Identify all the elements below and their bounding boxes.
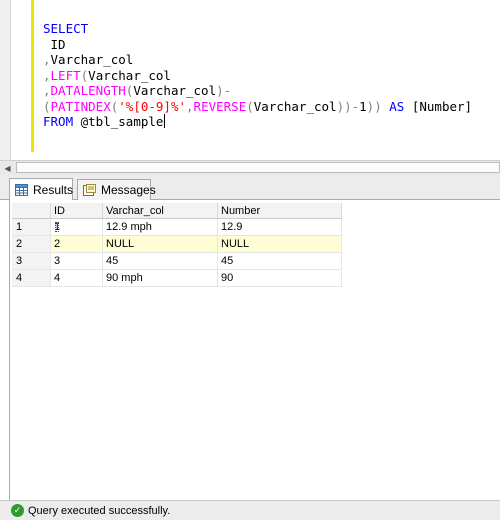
- table-cell[interactable]: 90 mph: [102, 269, 218, 287]
- scrollbar-thumb[interactable]: [16, 162, 500, 173]
- results-pane: Results Messages ID Varchar_col Number 1…: [0, 175, 500, 500]
- code-token: FROM: [43, 114, 74, 129]
- editor-horizontal-scrollbar[interactable]: ◀: [0, 160, 500, 175]
- row-number[interactable]: 1: [12, 218, 51, 236]
- code-token: (: [43, 98, 51, 114]
- code-token: (: [246, 98, 254, 114]
- code-token: LEFT: [50, 67, 81, 83]
- code-token: ,: [43, 83, 51, 98]
- code-token: ,: [43, 52, 51, 67]
- code-token: DATALENGTH: [50, 83, 126, 98]
- code-token: AS: [389, 98, 405, 114]
- sql-editor[interactable]: SELECT ID ,Varchar_col ,LEFT(Varchar_col…: [0, 0, 500, 160]
- code-line: SELECT: [43, 21, 88, 36]
- sql-code[interactable]: SELECT ID ,Varchar_col ,LEFT(Varchar_col…: [43, 21, 472, 130]
- grid-header-row: ID Varchar_col Number: [12, 203, 342, 219]
- row-number[interactable]: 2: [12, 235, 51, 253]
- column-header-varchar-col[interactable]: Varchar_col: [102, 203, 218, 219]
- grid-icon: [15, 183, 28, 196]
- code-line: (PATINDEX('%[0-9]%',REVERSE(Varchar_col)…: [43, 99, 472, 114]
- tab-messages[interactable]: Messages: [77, 179, 156, 200]
- code-token: )-: [216, 83, 232, 98]
- table-row[interactable]: 4 4 90 mph 90: [12, 269, 342, 287]
- table-cell[interactable]: 12.9 mph: [102, 218, 218, 236]
- code-token: [Number]: [404, 98, 473, 114]
- table-cell[interactable]: 3: [50, 252, 103, 270]
- code-token: @tbl_sample: [73, 114, 164, 129]
- editor-margin: [0, 0, 11, 160]
- column-header-id[interactable]: ID: [50, 203, 103, 219]
- code-token: Varchar_col: [88, 67, 171, 83]
- code-token: )): [366, 98, 382, 114]
- code-line: ID: [43, 37, 66, 52]
- tab-messages-label: Messages: [101, 183, 156, 197]
- code-token: Varchar_col: [50, 52, 134, 67]
- row-header-corner[interactable]: [12, 203, 51, 219]
- table-cell[interactable]: 4: [50, 269, 103, 287]
- code-token: ID: [43, 36, 66, 52]
- code-line: FROM @tbl_sample: [43, 114, 166, 129]
- table-cell[interactable]: 1: [50, 218, 103, 236]
- code-token: REVERSE: [193, 98, 247, 114]
- table-cell[interactable]: 45: [102, 252, 218, 270]
- table-cell[interactable]: 2: [50, 235, 103, 253]
- row-number[interactable]: 4: [12, 269, 51, 287]
- code-token: '%[0-9]%': [118, 98, 187, 114]
- status-message: Query executed successfully.: [28, 504, 171, 517]
- text-caret: [164, 114, 166, 128]
- table-cell[interactable]: NULL: [217, 235, 342, 253]
- table-row[interactable]: 1 1 12.9 mph 12.9: [12, 218, 342, 236]
- column-header-number[interactable]: Number: [217, 203, 342, 219]
- code-token: ))-: [336, 98, 360, 114]
- code-token: ,: [186, 98, 194, 114]
- code-token: PATINDEX: [50, 98, 111, 114]
- focused-cell-value: 1: [54, 221, 61, 233]
- scroll-left-icon[interactable]: ◀: [0, 161, 15, 175]
- code-line: ,Varchar_col: [43, 52, 133, 67]
- code-token: Varchar_col: [253, 98, 337, 114]
- code-line: ,DATALENGTH(Varchar_col)-: [43, 83, 231, 98]
- results-tab-bar: Results Messages: [0, 175, 500, 200]
- results-grid-panel: ID Varchar_col Number 1 1 12.9 mph 12.9 2 2 NU…: [9, 200, 500, 500]
- code-line: ,LEFT(Varchar_col: [43, 68, 171, 83]
- messages-icon: [83, 184, 96, 196]
- code-token: SELECT: [43, 21, 89, 36]
- row-number[interactable]: 3: [12, 252, 51, 270]
- change-tracking-bar: [31, 0, 34, 152]
- code-token: ,: [43, 67, 51, 83]
- success-check-icon: ✓: [11, 504, 24, 517]
- table-cell[interactable]: 45: [217, 252, 342, 270]
- code-token: Varchar_col: [133, 83, 217, 98]
- table-cell[interactable]: 12.9: [217, 218, 342, 236]
- table-cell[interactable]: NULL: [102, 235, 218, 253]
- table-cell[interactable]: 90: [217, 269, 342, 287]
- results-grid[interactable]: ID Varchar_col Number 1 1 12.9 mph 12.9 2 2 NU…: [12, 203, 342, 287]
- table-row[interactable]: 2 2 NULL NULL: [12, 235, 342, 253]
- tab-results-label: Results: [33, 182, 74, 197]
- tab-results[interactable]: Results: [9, 178, 73, 200]
- status-bar: ✓ Query executed successfully.: [0, 500, 500, 520]
- table-row[interactable]: 3 3 45 45: [12, 252, 342, 270]
- code-token: 1: [359, 98, 367, 114]
